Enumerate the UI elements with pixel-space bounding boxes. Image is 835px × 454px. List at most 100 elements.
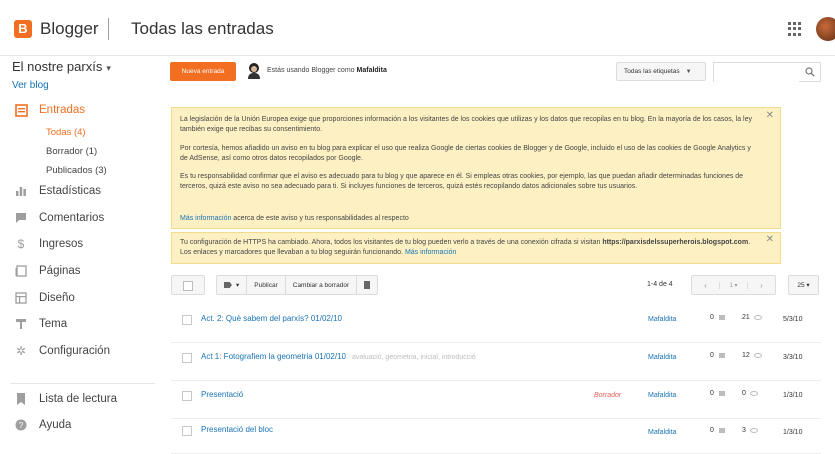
sidebar-item-label: Ayuda [39, 419, 72, 431]
cookies-notice-p2: Por cortesía, hemos añadido un aviso en … [180, 145, 751, 162]
sidebar-item-label: Páginas [39, 265, 81, 277]
brand-name[interactable]: Blogger [40, 19, 99, 39]
tag-icon [224, 282, 232, 288]
row-checkbox[interactable] [182, 353, 192, 363]
labels-filter-dropdown[interactable]: Todas las etiquetas ▼ [616, 62, 706, 81]
https-more-info-link[interactable]: Más información [405, 249, 456, 256]
eye-icon [749, 428, 758, 433]
publish-button[interactable]: Publicar [247, 276, 286, 294]
revert-to-draft-button[interactable]: Cambiar a borrador [286, 276, 358, 294]
post-title-link[interactable]: Act 1: Fotografiem la geometria 01/02/10… [201, 352, 476, 361]
sidebar-item-label: Comentarios [39, 212, 105, 224]
signed-in-username: Mafaldita [356, 67, 387, 74]
cookies-notice-p1: La legislación de la Unión Europea exige… [180, 116, 752, 133]
sidebar-item-entradas[interactable]: Entradas [14, 102, 85, 118]
row-checkbox[interactable] [182, 315, 192, 325]
cookies-more-info-link[interactable]: Más información [180, 215, 231, 222]
posts-count: 1-4 de 4 [647, 281, 673, 288]
label-dropdown-button[interactable]: ▾ [217, 276, 248, 294]
post-labels[interactable]: avaluació, geometria, inicial, introducc… [352, 354, 476, 361]
sidebar-subitem-published[interactable]: Publicados (3) [46, 165, 107, 176]
dollar-icon: $ [17, 237, 25, 251]
sidebar-item-label: Lista de lectura [39, 393, 117, 405]
page-title: Todas las entradas [131, 19, 274, 38]
search-input[interactable] [714, 64, 799, 83]
post-author-link[interactable]: Mafaldita [648, 392, 676, 399]
pages-icon [14, 264, 28, 278]
delete-button[interactable] [357, 276, 377, 294]
posts-icon [14, 103, 28, 117]
sidebar-item-label: Diseño [39, 292, 75, 304]
search-icon[interactable] [805, 67, 815, 77]
page-select[interactable]: 1 ▾ [719, 281, 748, 289]
bulk-actions-group: ▾ Publicar Cambiar a borrador [216, 275, 379, 295]
svg-text:?: ? [19, 421, 24, 430]
post-comments[interactable]: 0 [710, 352, 725, 359]
table-row[interactable]: Presentació del bloc Mafaldita 0 3 1/3/1… [171, 416, 821, 454]
post-comments[interactable]: 0 [710, 427, 725, 434]
per-page-select[interactable]: 25 ▾ [788, 275, 819, 295]
post-views: 21 [742, 314, 762, 321]
sidebar-item-lista-lectura[interactable]: Lista de lectura [14, 391, 117, 407]
post-date: 1/3/10 [783, 392, 803, 399]
comment-icon [718, 315, 725, 320]
row-checkbox[interactable] [182, 391, 192, 401]
sidebar-subitem-all[interactable]: Todas (4) [46, 127, 86, 138]
signed-in-prefix: Estás usando Blogger como [267, 67, 355, 74]
sidebar-subitem-drafts[interactable]: Borrador (1) [46, 146, 97, 157]
table-row[interactable]: Act. 2: Què sabem del parxís? 01/02/10 M… [171, 305, 821, 343]
post-date: 5/3/10 [783, 316, 803, 323]
sidebar-item-configuracion[interactable]: ✲ Configuración [14, 343, 110, 359]
https-notice-line1: Tu configuración de HTTPS ha cambiado. A… [180, 239, 601, 246]
trash-icon [364, 281, 371, 289]
comment-icon [718, 391, 725, 396]
posts-toolbar: ▾ Publicar Cambiar a borrador 1-4 de 4 ‹… [171, 275, 821, 295]
post-title-link[interactable]: Act. 2: Què sabem del parxís? 01/02/10 [201, 314, 342, 323]
post-comments[interactable]: 0 [710, 314, 725, 321]
close-icon[interactable]: ✕ [766, 111, 774, 121]
post-title-link[interactable]: Presentació del bloc [201, 425, 273, 434]
apps-grid-icon[interactable] [788, 22, 802, 36]
post-title-link[interactable]: Presentació [201, 390, 243, 399]
blogger-logo-icon[interactable]: B [14, 20, 32, 38]
sidebar-item-estadisticas[interactable]: Estadísticas [14, 183, 101, 199]
cookies-more-info-suffix: acerca de este aviso y tus responsabilid… [231, 215, 409, 222]
table-row[interactable]: Act 1: Fotografiem la geometria 01/02/10… [171, 343, 821, 381]
pagination: ‹ 1 ▾ › [691, 275, 776, 295]
new-post-button[interactable]: Nueva entrada [170, 62, 236, 81]
sidebar-item-label: Configuración [39, 345, 110, 357]
stats-icon [14, 184, 28, 198]
chevron-down-icon: ▾ [236, 282, 240, 289]
post-author-link[interactable]: Mafaldita [648, 429, 676, 436]
sidebar-item-tema[interactable]: Tema [14, 316, 67, 332]
post-date: 1/3/10 [783, 429, 803, 436]
sidebar-item-ayuda[interactable]: ? Ayuda [14, 417, 71, 433]
post-author-link[interactable]: Mafaldita [648, 316, 676, 323]
header-divider [108, 18, 109, 40]
post-date: 3/3/10 [783, 354, 803, 361]
sidebar-item-label: Estadísticas [39, 185, 101, 197]
sidebar-item-comentarios[interactable]: Comentarios [14, 210, 104, 226]
account-avatar[interactable] [816, 17, 835, 41]
sidebar-item-diseno[interactable]: Diseño [14, 290, 75, 306]
cookies-notice: La legislación de la Unión Europea exige… [171, 107, 781, 229]
post-status-draft: Borrador [594, 392, 622, 399]
comment-icon [718, 428, 725, 433]
prev-page-button[interactable]: ‹ [692, 281, 719, 290]
sidebar-item-paginas[interactable]: Páginas [14, 263, 81, 279]
signed-in-as-text: Estás usando Blogger como Mafaldita [267, 67, 387, 74]
blog-selector[interactable]: El nostre parxís ▾ [12, 59, 111, 74]
table-row[interactable]: Presentació Borrador Mafaldita 0 0 1/3/1… [171, 381, 821, 419]
sidebar-item-label: Tema [39, 318, 68, 330]
cookies-notice-more: Más información acerca de este aviso y t… [180, 214, 760, 224]
post-author-link[interactable]: Mafaldita [648, 354, 676, 361]
view-blog-link[interactable]: Ver blog [12, 80, 49, 91]
next-page-button[interactable]: › [748, 281, 775, 290]
chevron-down-icon: ▼ [685, 68, 692, 75]
select-all-checkbox[interactable] [171, 275, 205, 295]
post-comments[interactable]: 0 [710, 390, 725, 397]
sidebar-item-ingresos[interactable]: $ Ingresos [14, 236, 83, 252]
sidebar-divider [10, 383, 155, 384]
row-checkbox[interactable] [182, 426, 192, 436]
close-icon[interactable]: ✕ [766, 235, 774, 245]
